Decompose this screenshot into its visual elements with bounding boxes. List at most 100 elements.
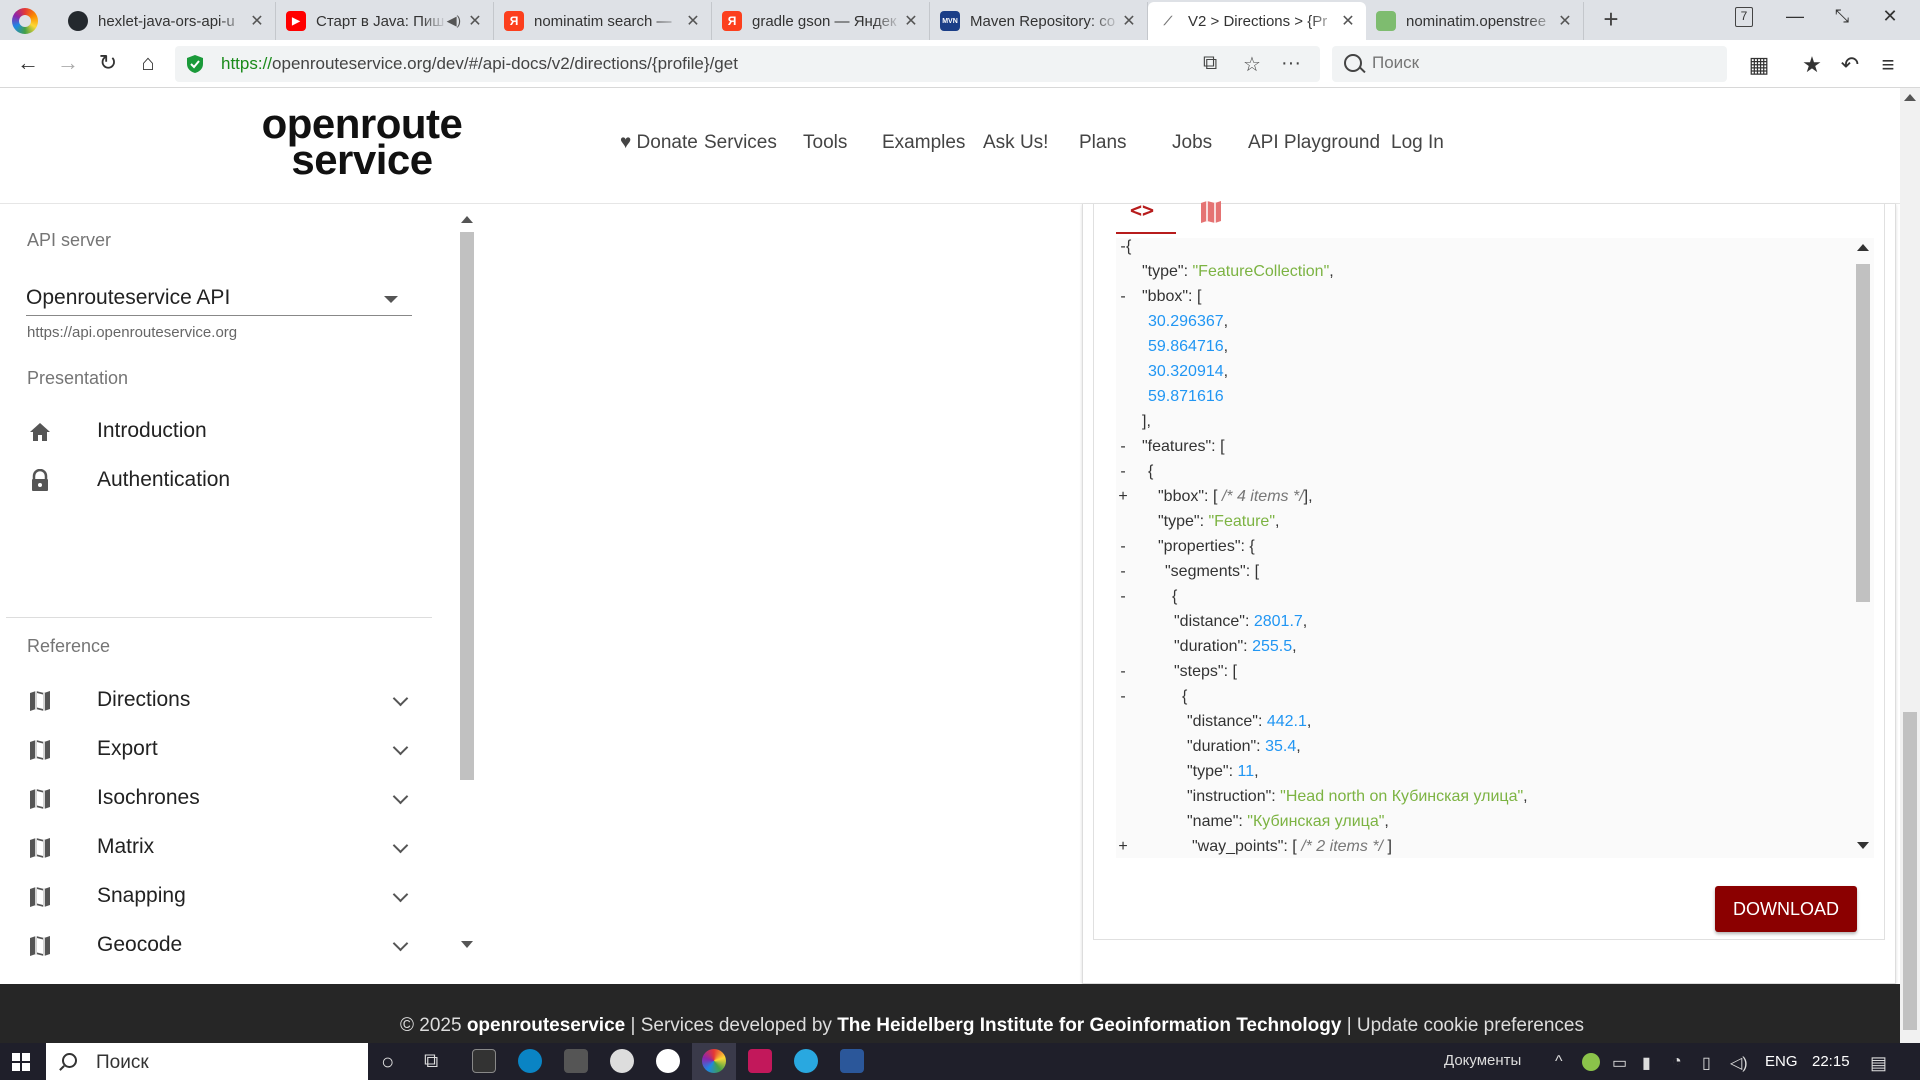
collapse-toggle[interactable]: - — [1116, 559, 1130, 584]
chevron-down-icon[interactable] — [392, 886, 409, 903]
page-scrollbar[interactable] — [1900, 88, 1920, 1043]
back-icon[interactable]: ← — [14, 50, 42, 78]
word-icon[interactable] — [840, 1049, 864, 1073]
close-tab-icon[interactable]: ✕ — [1340, 11, 1356, 31]
chevron-down-icon[interactable] — [392, 739, 409, 756]
chevron-down-icon[interactable] — [392, 935, 409, 952]
collapse-toggle[interactable]: - — [1116, 534, 1130, 559]
wifi-icon[interactable]: ◔ — [1672, 1053, 1682, 1071]
sidebar-item-matrix[interactable]: Matrix — [26, 826, 416, 874]
sidebar-item-isochrones[interactable]: Isochrones — [26, 777, 416, 825]
nav-link[interactable]: Jobs — [1172, 132, 1212, 154]
restore-icon[interactable]: ⤡ — [1822, 6, 1862, 27]
sidebar-scrollbar[interactable] — [456, 214, 476, 949]
reload-icon[interactable]: ↻ — [94, 50, 122, 78]
close-tab-icon[interactable]: ✕ — [249, 11, 265, 31]
nav-link[interactable]: Tools — [803, 132, 847, 154]
tab-map[interactable] — [1198, 200, 1224, 224]
browser-app-icon[interactable] — [702, 1049, 726, 1073]
clock[interactable]: 22:15 — [1812, 1053, 1850, 1070]
scroll-down-icon[interactable] — [461, 941, 473, 948]
browser-tab[interactable]: nominatim.openstree ✕ — [1366, 2, 1584, 40]
sidebar-item-geocode[interactable]: Geocode — [26, 924, 416, 972]
edge-icon[interactable] — [518, 1049, 542, 1073]
cookie-preferences-link[interactable]: Update cookie preferences — [1357, 1015, 1584, 1036]
collapse-toggle[interactable]: - — [1116, 684, 1130, 709]
collapse-toggle[interactable]: - — [1116, 584, 1130, 609]
favorites-icon[interactable]: ★ — [1798, 52, 1826, 78]
bookmark-star-icon[interactable]: ☆ — [1243, 52, 1261, 77]
close-tab-icon[interactable]: ✕ — [685, 11, 701, 31]
browser-menu-icon[interactable] — [12, 8, 38, 34]
extensions-grid-icon[interactable]: ▦ — [1745, 52, 1773, 78]
device-icon[interactable]: ▭ — [1612, 1053, 1627, 1073]
yandex-browser-icon[interactable] — [656, 1049, 680, 1073]
nav-link[interactable]: Examples — [882, 132, 965, 154]
nav-link[interactable]: Log In — [1391, 132, 1444, 154]
forward-icon[interactable]: → — [54, 50, 82, 78]
cortana-icon[interactable]: ○ — [381, 1049, 394, 1075]
browser-tab[interactable]: ▶ Старт в Java: Пиш ◀) ✕ — [276, 2, 494, 40]
sidebar-item-directions[interactable]: Directions — [26, 679, 416, 727]
sidebar-item-export[interactable]: Export — [26, 728, 416, 776]
language-indicator[interactable]: ENG — [1765, 1053, 1798, 1070]
browser-tab[interactable]: Яgradle gson — Яндек ✕ — [712, 2, 930, 40]
json-viewer[interactable]: -{"type": "FeatureCollection", - "bbox": [… — [1116, 238, 1874, 858]
tab-count-badge[interactable]: 7 — [1735, 7, 1753, 27]
scroll-thumb[interactable] — [1856, 264, 1870, 602]
api-server-select[interactable]: Openrouteservice API — [26, 280, 412, 316]
speaker-icon[interactable]: ◀) — [447, 13, 461, 29]
tray-folder-label[interactable]: Документы — [1444, 1052, 1521, 1069]
browser-tab[interactable]: ⟋ V2 > Directions > {Pr ✕ — [1148, 2, 1366, 40]
nav-link[interactable]: ♥ Donate — [620, 132, 698, 154]
tab-json[interactable]: <> — [1116, 198, 1176, 234]
openrouteservice-logo[interactable]: openroute service — [237, 103, 487, 181]
close-tab-icon[interactable]: ✕ — [903, 11, 919, 31]
scroll-thumb[interactable] — [1903, 712, 1917, 1030]
taskbar-search[interactable]: Поиск — [46, 1043, 368, 1080]
browser-search-input[interactable] — [1372, 53, 1692, 73]
minimize-icon[interactable]: — — [1775, 6, 1815, 27]
nav-link[interactable]: Plans — [1079, 132, 1127, 154]
terminal-icon[interactable] — [472, 1049, 496, 1073]
notifications-icon[interactable]: ▤ — [1870, 1053, 1887, 1074]
nav-link[interactable]: API Playground — [1248, 132, 1380, 154]
tray-app-icon[interactable] — [1582, 1053, 1600, 1071]
browser-tab[interactable]: Яnominatim search — ✕ — [494, 2, 712, 40]
sidebar-item-authentication[interactable]: Authentication — [26, 459, 416, 507]
sidebar-item-introduction[interactable]: Introduction — [26, 410, 416, 458]
close-tab-icon[interactable]: ✕ — [1557, 11, 1573, 31]
volume-icon[interactable]: ◁) — [1730, 1053, 1748, 1073]
chevron-down-icon[interactable] — [392, 837, 409, 854]
footer-institute-link[interactable]: The Heidelberg Institute for Geoinformat… — [837, 1015, 1341, 1036]
scroll-up-icon[interactable] — [1857, 244, 1869, 251]
chevron-down-icon[interactable] — [392, 788, 409, 805]
close-tab-icon[interactable]: ✕ — [1121, 11, 1137, 31]
new-tab-button[interactable]: + — [1596, 4, 1626, 35]
chevron-down-icon[interactable] — [392, 690, 409, 707]
close-window-icon[interactable]: ✕ — [1870, 6, 1910, 27]
intellij-icon[interactable] — [748, 1049, 772, 1073]
nav-link[interactable]: Services — [704, 132, 777, 154]
browser-search-box[interactable] — [1332, 46, 1727, 82]
telegram-icon[interactable] — [794, 1049, 818, 1073]
menu-icon[interactable]: ≡ — [1874, 52, 1902, 78]
close-tab-icon[interactable]: ✕ — [467, 11, 483, 31]
windows-start-icon[interactable] — [12, 1053, 30, 1071]
browser-tab[interactable]: MVN Maven Repository: co ✕ — [930, 2, 1148, 40]
microphone-icon[interactable]: ▯ — [1702, 1053, 1711, 1073]
scroll-down-icon[interactable] — [1857, 842, 1869, 849]
collapse-toggle[interactable]: - — [1116, 434, 1130, 459]
translate-icon[interactable]: ⧉ — [1203, 52, 1217, 75]
json-scrollbar[interactable] — [1852, 238, 1872, 858]
collapse-toggle[interactable]: - — [1116, 459, 1130, 484]
expand-toggle[interactable]: + — [1116, 834, 1130, 858]
browser-tab[interactable]: hexlet-java-ors-api-u ✕ — [58, 2, 276, 40]
home-icon[interactable]: ⌂ — [134, 50, 162, 78]
history-icon[interactable]: ↶ — [1836, 52, 1864, 78]
scroll-up-icon[interactable] — [1904, 94, 1916, 101]
battery-icon[interactable]: ▮ — [1642, 1053, 1651, 1073]
collapse-toggle[interactable]: - — [1116, 284, 1130, 309]
collapse-toggle[interactable]: - — [1116, 659, 1130, 684]
task-view-icon[interactable]: ⧉ — [424, 1050, 438, 1073]
